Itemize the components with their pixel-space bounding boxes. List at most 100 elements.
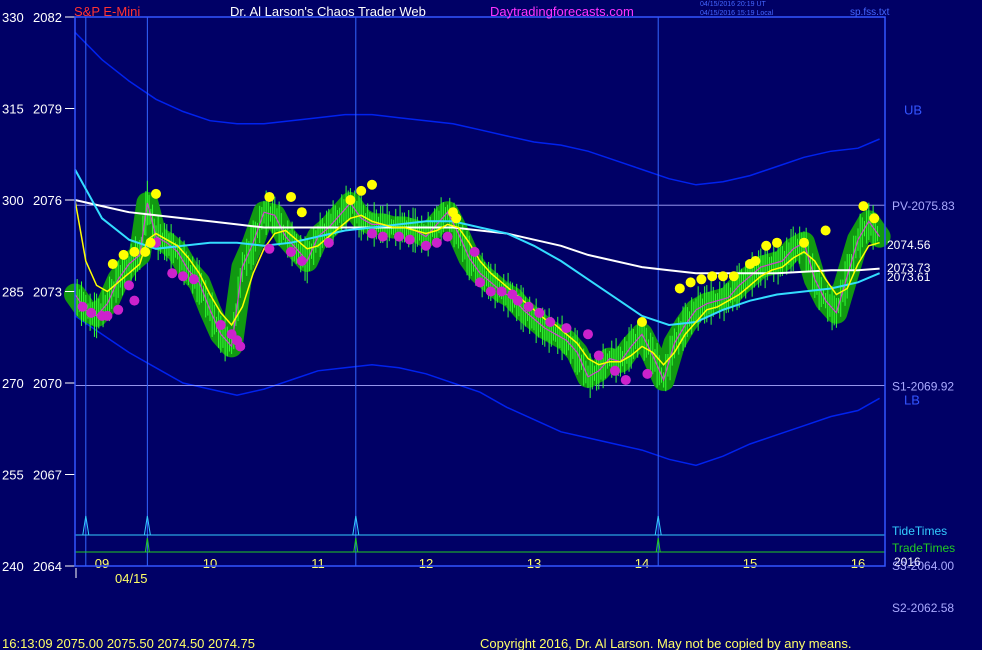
magenta-dot xyxy=(534,307,545,318)
magenta-dot xyxy=(286,246,296,257)
level-label: PV-2075.83 xyxy=(892,199,955,213)
yellow-dot xyxy=(820,225,831,236)
index-tick-label: 270 xyxy=(2,376,24,391)
index-tick-label: 330 xyxy=(2,10,24,25)
magenta-dot xyxy=(512,295,523,306)
yellow-dot xyxy=(286,191,296,202)
yellow-dot xyxy=(637,317,647,327)
magenta-dot xyxy=(188,274,199,285)
time-spikes xyxy=(75,515,885,553)
chart-root: { "header": { "symbol": "S&P E-Mini", "s… xyxy=(0,0,982,650)
magenta-dot xyxy=(523,301,534,312)
last-quote: 16:13:09 2075.00 2075.50 2074.50 2074.75 xyxy=(2,636,255,650)
magenta-dot xyxy=(431,237,442,248)
last-fast-value: 2074.56 xyxy=(887,238,931,252)
yellow-dot xyxy=(140,246,151,257)
yellow-dot xyxy=(728,271,739,282)
symbol-title: S&P E-Mini xyxy=(74,4,140,19)
magenta-dot xyxy=(86,307,97,318)
chart-labels: PV-2075.83S1-2069.92UBLB2074.562073.7320… xyxy=(887,103,955,615)
off-scale-label-s2: S2-2062.58 xyxy=(892,601,954,615)
price-glow xyxy=(64,180,891,398)
magenta-dot xyxy=(178,271,188,282)
chart-canvas: PV-2075.83S1-2069.92UBLB2074.562073.7320… xyxy=(2,1,955,650)
magenta-dot xyxy=(102,310,113,321)
upper-band-label: UB xyxy=(904,103,922,118)
yellow-dot xyxy=(761,240,772,251)
hour-label: 13 xyxy=(527,556,541,571)
magenta-dot xyxy=(610,365,620,376)
yellow-dot xyxy=(107,259,118,270)
file-name: sp.fss.txt xyxy=(850,7,890,18)
hour-label: 09 xyxy=(95,556,109,571)
hour-label: 11 xyxy=(311,556,325,571)
magenta-dot xyxy=(593,350,604,361)
magenta-dot xyxy=(77,301,88,312)
hour-label: 15 xyxy=(743,556,757,571)
hour-label: 14 xyxy=(635,556,649,571)
magenta-dot xyxy=(485,286,496,297)
magenta-dot xyxy=(394,231,404,242)
magenta-dot xyxy=(545,317,556,327)
magenta-dot xyxy=(124,280,134,291)
upper-band-line xyxy=(74,31,880,186)
yellow-dot xyxy=(129,246,140,257)
price-tick-label: 2076 xyxy=(33,193,62,208)
hour-label: 10 xyxy=(203,556,217,571)
index-tick-label: 285 xyxy=(2,285,24,300)
yellow-dot xyxy=(367,179,377,190)
price-tick-label: 2082 xyxy=(33,10,62,25)
trade-times-label: TradeTimes xyxy=(892,541,955,555)
magenta-dot xyxy=(561,323,572,334)
date-label: 04/15 xyxy=(115,571,148,586)
yellow-dot xyxy=(799,237,809,248)
yellow-dot xyxy=(145,237,156,248)
lower-band-label: LB xyxy=(904,392,920,407)
price-tick-label: 2064 xyxy=(33,559,62,574)
magenta-dot xyxy=(129,295,140,306)
magenta-dot xyxy=(469,246,480,257)
price-tick-label: 2070 xyxy=(33,376,62,391)
yellow-dot xyxy=(296,207,307,218)
yellow-dot xyxy=(707,271,718,282)
yellow-dot xyxy=(718,271,728,282)
magenta-dot xyxy=(264,243,275,254)
yellow-dot xyxy=(151,188,161,199)
site-url[interactable]: Daytradingforecasts.com xyxy=(490,4,634,19)
yellow-dot xyxy=(674,283,685,294)
magenta-dot xyxy=(167,268,178,279)
magenta-dot xyxy=(235,341,246,352)
magenta-dot xyxy=(215,320,226,331)
magenta-dot xyxy=(113,304,124,315)
yellow-dot xyxy=(451,213,462,224)
last-cyan-value: 2073.61 xyxy=(887,270,931,284)
hour-label: 16 xyxy=(851,556,865,571)
hour-label: 12 xyxy=(419,556,433,571)
magenta-dot xyxy=(475,277,485,288)
off-scale-label-s3: S3-2064.00 xyxy=(892,559,954,573)
index-tick-label: 240 xyxy=(2,559,24,574)
yellow-dot xyxy=(750,256,761,266)
magenta-dot xyxy=(496,286,507,297)
yellow-dot xyxy=(356,185,367,196)
vertical-markers xyxy=(85,17,659,566)
timestamp-ut: 04/15/2016 20:19 UT xyxy=(700,1,766,8)
yellow-dot xyxy=(264,191,275,202)
yellow-dot xyxy=(772,237,782,248)
magenta-dot xyxy=(323,237,334,248)
magenta-dot xyxy=(620,374,631,385)
magenta-dot xyxy=(296,256,307,266)
magenta-dot xyxy=(377,231,388,242)
price-tick-label: 2067 xyxy=(33,468,62,483)
yellow-dot xyxy=(696,274,707,285)
price-tick-label: 2079 xyxy=(33,102,62,117)
level-label: S1-2069.92 xyxy=(892,379,954,393)
index-tick-label: 315 xyxy=(2,102,24,117)
magenta-dot xyxy=(404,234,415,245)
lower-band-line xyxy=(74,315,880,467)
magenta-dot xyxy=(421,240,431,251)
site-title: Dr. Al Larson's Chaos Trader Web xyxy=(230,4,426,19)
magenta-dot xyxy=(583,329,593,340)
yellow-dot xyxy=(345,195,356,205)
yellow-dot xyxy=(685,277,696,288)
